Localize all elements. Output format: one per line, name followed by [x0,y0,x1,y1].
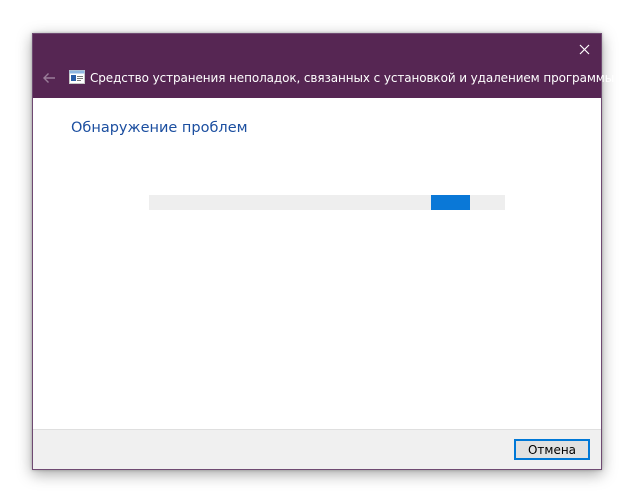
cancel-button[interactable]: Отмена [514,439,590,460]
close-icon [579,44,589,54]
back-arrow-icon [43,73,55,83]
window-title: Средство устранения неполадок, связанных… [90,71,615,85]
troubleshooter-dialog: Средство устранения неполадок, связанных… [32,33,614,470]
dialog-footer: Отмена [33,429,601,469]
troubleshooter-icon [69,70,85,84]
back-button[interactable] [39,70,59,86]
title-bar: Средство устранения неполадок, связанных… [33,34,614,98]
close-button[interactable] [573,38,595,60]
progress-indicator [431,195,470,210]
desktop-background: Средство устранения неполадок, связанных… [0,0,635,504]
progress-bar [149,195,505,210]
page-heading: Обнаружение проблем [71,120,248,136]
